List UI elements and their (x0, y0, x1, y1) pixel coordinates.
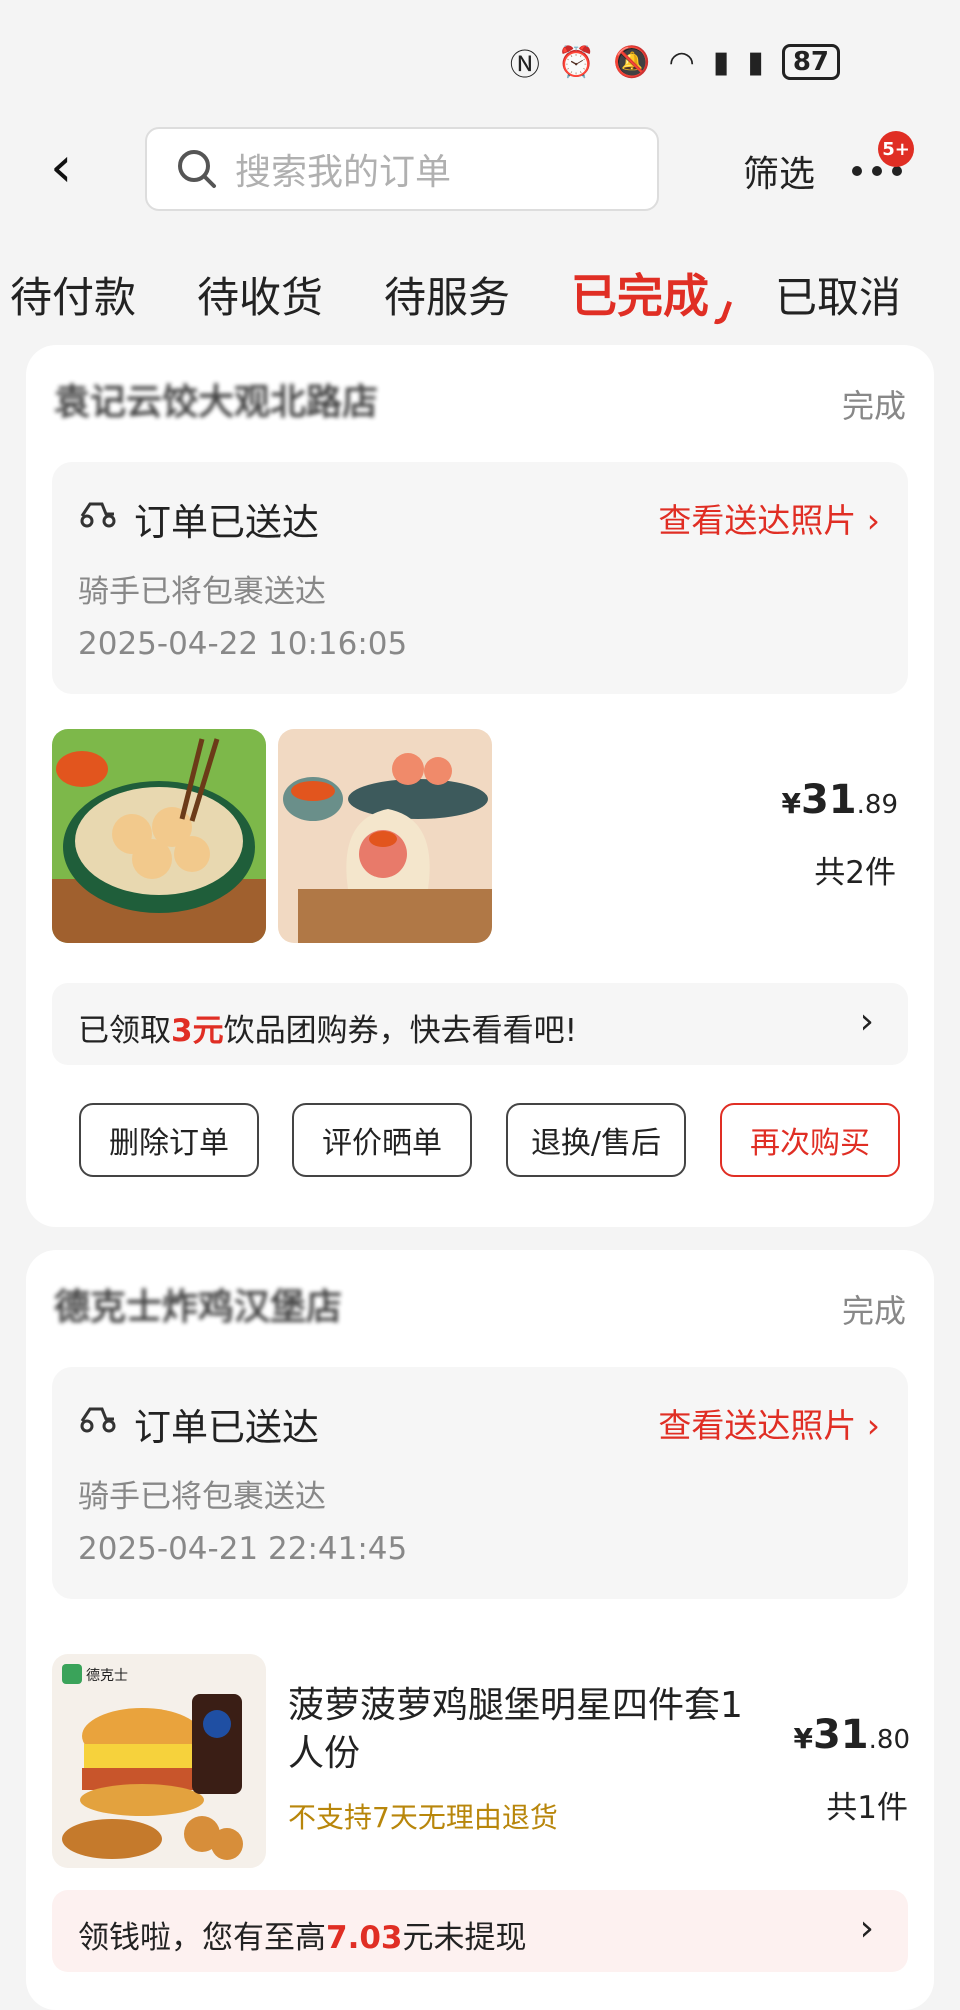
notice-prefix: 领钱啦，您有至高 (78, 1920, 326, 1956)
delivery-scooter-icon (80, 1407, 116, 1433)
tab-pending-payment[interactable]: 待付款 (10, 264, 136, 325)
filter-button[interactable]: 筛选 (743, 145, 815, 197)
delivery-subtitle: 骑手已将包裹送达 (78, 574, 326, 610)
notification-badge: 5+ (878, 131, 914, 167)
delivery-info: 订单已送达 查看送达照片 › 骑手已将包裹送达 2025-04-22 10:16… (52, 462, 908, 694)
order-price: ¥31.80 (793, 1712, 910, 1758)
alarm-icon: ⏰ (557, 44, 596, 80)
product-image-burger-set[interactable]: 德克士 (52, 1654, 266, 1868)
order-status: 完成 (841, 1292, 906, 1330)
review-order-button[interactable]: 评价晒单 (292, 1103, 472, 1177)
chevron-right-icon: › (859, 1001, 874, 1042)
item-count: 共1件 (826, 1790, 908, 1826)
delete-order-button[interactable]: 删除订单 (79, 1103, 259, 1177)
burger-set-image: 德克士 (52, 1654, 266, 1868)
price-cents: .80 (868, 1725, 910, 1755)
tab-cancelled[interactable]: 已取消 (775, 264, 901, 325)
chevron-right-icon: › (859, 1908, 874, 1949)
delivery-photo-link-label: 查看送达照片 (658, 1406, 857, 1445)
delivery-photo-link-label: 查看送达照片 (658, 501, 857, 540)
more-dot (852, 166, 862, 176)
mute-icon: 🔕 (613, 44, 651, 80)
nfc-icon: Ⓝ (509, 48, 540, 83)
delivery-subtitle: 骑手已将包裹送达 (78, 1479, 326, 1515)
order-price: ¥31.89 (781, 777, 898, 823)
search-input[interactable]: 搜索我的订单 (145, 127, 659, 211)
search-placeholder: 搜索我的订单 (235, 152, 452, 193)
delivery-time: 2025-04-22 10:16:05 (78, 626, 408, 662)
delivery-time: 2025-04-21 22:41:45 (78, 1531, 408, 1567)
price-currency: ¥ (793, 1722, 813, 1755)
coupon-notice-text: 已领取3元饮品团购券，快去看看吧! (78, 1005, 577, 1050)
tab-pending-receipt[interactable]: 待收货 (197, 264, 323, 325)
signal-icon: ▮ (712, 44, 730, 80)
order-card[interactable]: 德克士炸鸡汉堡店 完成 订单已送达 查看送达照片 › 骑手已将包裹送达 2025… (26, 1250, 934, 2010)
battery-indicator: 87 (781, 44, 840, 80)
return-policy-warning: 不支持7天无理由退货 (288, 1801, 558, 1834)
delivery-title: 订单已送达 (134, 501, 319, 544)
price-cents: .89 (856, 790, 898, 820)
signal-icon: ▮ (747, 44, 764, 80)
status-bar: Ⓝ ⏰ 🔕 ◠ ▮ ▮ 87 (0, 0, 960, 110)
order-card[interactable]: 袁记云饺大观北路店 完成 订单已送达 查看送达照片 › 骑手已将包裹送达 202… (26, 345, 934, 1227)
shrimp-dumpling-image (278, 729, 492, 943)
notice-suffix: 饮品团购券，快去看看吧! (223, 1013, 578, 1049)
return-aftersale-button[interactable]: 退换/售后 (506, 1103, 686, 1177)
order-status: 完成 (841, 387, 906, 425)
delivery-info: 订单已送达 查看送达照片 › 骑手已将包裹送达 2025-04-21 22:41… (52, 1367, 908, 1599)
wifi-icon: ◠ (668, 44, 695, 80)
cash-reward-notice[interactable]: 领钱啦，您有至高7.03元未提现 › (52, 1890, 908, 1972)
view-delivery-photo-link[interactable]: 查看送达照片 › (658, 494, 880, 542)
brand-logo-text: 德克士 (86, 1668, 128, 1684)
more-dot (892, 166, 902, 176)
cash-reward-notice-text: 领钱啦，您有至高7.03元未提现 (78, 1912, 527, 1957)
status-icons: Ⓝ ⏰ 🔕 ◠ ▮ ▮ 87 (510, 40, 840, 84)
chevron-left-icon[interactable]: ‹ (50, 138, 72, 198)
product-title[interactable]: 菠萝菠萝鸡腿堡明星四件套1人份 (288, 1682, 748, 1778)
delivery-title: 订单已送达 (134, 1406, 319, 1449)
product-image-dumplings[interactable] (52, 729, 266, 943)
coupon-notice[interactable]: 已领取3元饮品团购券，快去看看吧! › (52, 983, 908, 1065)
notice-highlight: 3元 (171, 1013, 224, 1049)
tab-completed[interactable]: 已完成 (571, 260, 709, 326)
view-delivery-photo-link[interactable]: 查看送达照片 › (658, 1399, 880, 1447)
shop-name[interactable]: 袁记云饺大观北路店 (54, 373, 378, 425)
item-count: 共2件 (814, 855, 896, 891)
notice-highlight: 7.03 (326, 1920, 403, 1956)
price-currency: ¥ (781, 787, 801, 820)
more-dot (872, 166, 882, 176)
notice-suffix: 元未提现 (402, 1920, 527, 1956)
notice-prefix: 已领取 (78, 1013, 171, 1049)
price-integer: 31 (812, 1712, 869, 1758)
dumplings-image (52, 729, 266, 943)
price-integer: 31 (800, 777, 857, 823)
shop-name[interactable]: 德克士炸鸡汉堡店 (54, 1278, 342, 1330)
top-bar: ‹ 搜索我的订单 筛选 (0, 120, 960, 220)
buy-again-button[interactable]: 再次购买 (720, 1103, 900, 1177)
product-image-shrimp-dumpling[interactable] (278, 729, 492, 943)
search-icon (178, 150, 216, 188)
order-tabs: 待付款 待收货 待服务 已完成 已取消 (0, 258, 960, 328)
delivery-scooter-icon (80, 502, 116, 528)
tab-pending-service[interactable]: 待服务 (384, 264, 510, 325)
